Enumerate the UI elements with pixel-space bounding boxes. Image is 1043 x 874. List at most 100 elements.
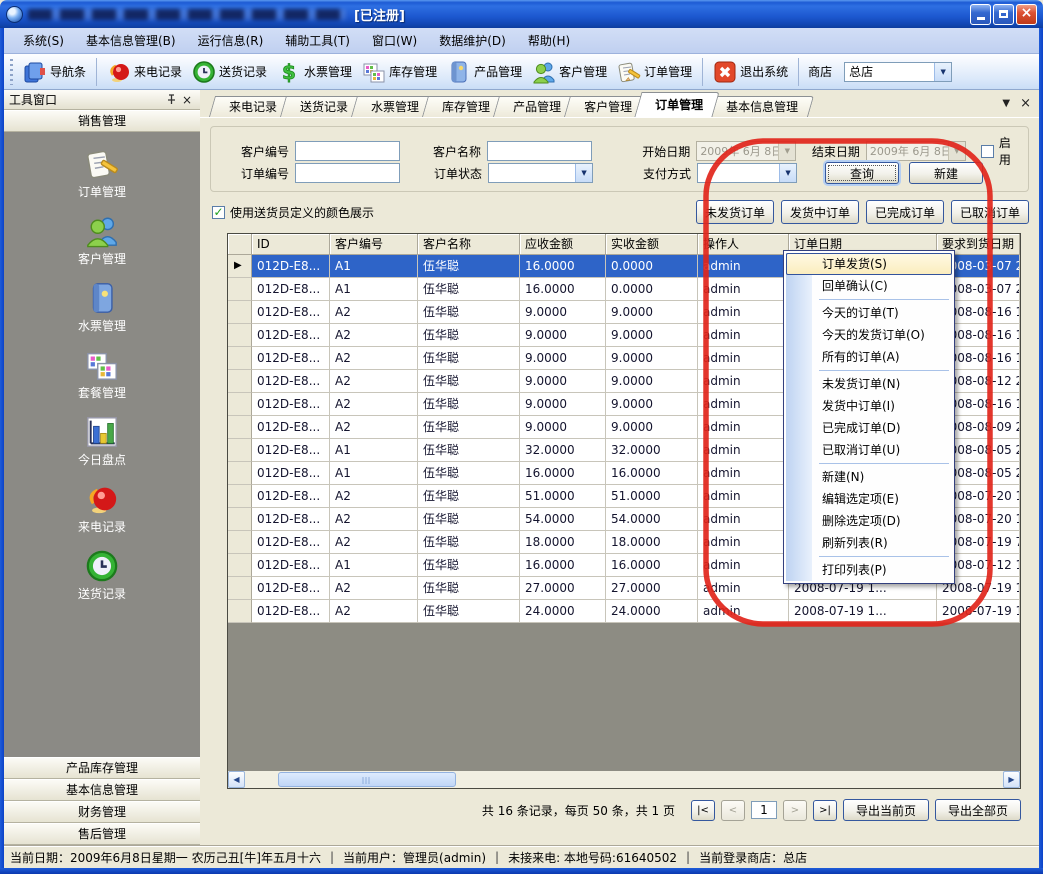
row-selector[interactable] [228,301,252,324]
next-page-button[interactable]: > [783,800,807,821]
row-selector[interactable] [228,600,252,623]
order-status-select[interactable]: ▼ [488,163,593,183]
row-selector-header[interactable] [228,234,252,255]
menu-item[interactable]: 窗口(W) [361,29,428,52]
row-selector[interactable] [228,439,252,462]
new-button[interactable]: 新建 [909,162,983,184]
row-selector[interactable] [228,324,252,347]
sidebar-section-basic-info[interactable]: 基本信息管理 [4,779,200,801]
row-selector[interactable] [228,416,252,439]
context-menu-item[interactable]: 未发货订单(N) [786,373,952,395]
context-menu-item[interactable]: 已取消订单(U) [786,439,952,461]
end-date-picker[interactable]: 2009年 6月 8日 ▼ [866,141,966,161]
context-menu-item[interactable]: 新建(N) [786,466,952,488]
unshipped-orders-button[interactable]: 未发货订单 [696,200,774,224]
payment-method-select[interactable]: ▼ [697,163,797,183]
chevron-down-icon[interactable]: ▼ [779,164,796,182]
toolbar-inventory-button[interactable]: 库存管理 [357,58,442,86]
courier-color-checkbox[interactable]: ✓ 使用送货员定义的颜色展示 [212,204,374,221]
first-page-button[interactable]: |< [691,800,715,821]
menu-item[interactable]: 基本信息管理(B) [75,29,187,52]
row-selector[interactable] [228,508,252,531]
context-menu-item[interactable]: 打印列表(P) [786,559,952,581]
row-selector[interactable]: ▶ [228,255,252,278]
tab-6[interactable]: 客户管理 [567,96,645,117]
tab-4[interactable]: 库存管理 [425,96,503,117]
row-selector[interactable] [228,393,252,416]
color-checkbox-box[interactable]: ✓ [212,206,225,219]
menu-item[interactable]: 运行信息(R) [187,29,275,52]
order-no-input[interactable] [295,163,400,183]
tool-window-close-icon[interactable]: × [179,92,195,108]
toolbar-grip[interactable] [10,59,13,85]
toolbar-product-button[interactable]: 产品管理 [442,58,527,86]
sidebar-item-customer-mgmt[interactable]: 客户管理 [78,214,126,267]
tab-2[interactable]: 送货记录 [283,96,361,117]
sidebar-item-package-mgmt[interactable]: 套餐管理 [78,348,126,401]
menu-item[interactable]: 辅助工具(T) [274,29,361,52]
row-selector[interactable] [228,531,252,554]
context-menu-item[interactable]: 删除选定项(D) [786,510,952,532]
start-date-picker[interactable]: 2009年 6月 8日 ▼ [696,141,796,161]
export-all-pages-button[interactable]: 导出全部页 [935,799,1021,821]
pin-icon[interactable] [163,92,179,108]
tab-5[interactable]: 产品管理 [496,96,574,117]
context-menu-item[interactable]: 发货中订单(I) [786,395,952,417]
row-selector[interactable] [228,347,252,370]
toolbar-customer-button[interactable]: 客户管理 [527,58,612,86]
toolbar-exit-button[interactable]: 退出系统 [708,58,793,86]
table-row[interactable]: 012D-E8...A2伍华聪24.000024.0000admin2008-0… [228,600,1020,623]
tab-7[interactable]: 订单管理 [638,92,716,117]
maximize-button[interactable] [993,4,1014,25]
sidebar-section-after-sales[interactable]: 售后管理 [4,823,200,845]
toolbar-delivery-log-button[interactable]: 送货记录 [187,58,272,86]
shop-select[interactable]: 总店 ▼ [844,62,952,82]
customer-name-input[interactable] [487,141,592,161]
context-menu-item[interactable]: 今天的订单(T) [786,302,952,324]
sidebar-item-daily-stocktake[interactable]: 今日盘点 [78,415,126,468]
sidebar-section-finance[interactable]: 财务管理 [4,801,200,823]
horizontal-scrollbar[interactable]: ◀ ▶ [228,771,1020,788]
tab-3[interactable]: 水票管理 [354,96,432,117]
scroll-right-icon[interactable]: ▶ [1003,771,1020,788]
tab-1[interactable]: 来电记录 [212,96,290,117]
menu-item[interactable]: 系统(S) [12,29,75,52]
last-page-button[interactable]: >| [813,800,837,821]
tab-8[interactable]: 基本信息管理 [709,96,811,117]
sidebar-item-delivery-log[interactable]: 送货记录 [78,549,126,602]
sidebar-item-water-ticket-mgmt[interactable]: 水票管理 [78,281,126,334]
context-menu-item[interactable]: 已完成订单(D) [786,417,952,439]
context-menu-item[interactable]: 订单发货(S) [786,253,952,275]
prev-page-button[interactable]: < [721,800,745,821]
page-number-input[interactable] [751,801,777,819]
column-header-receivable[interactable]: 应收金额 [520,234,606,255]
tab-list-dropdown-icon[interactable]: ▼ [1002,99,1010,109]
query-button[interactable]: 查询 [825,162,899,184]
chevron-down-icon[interactable]: ▼ [934,63,951,81]
scrollbar-thumb[interactable] [278,772,456,787]
cancelled-orders-button[interactable]: 已取消订单 [951,200,1029,224]
context-menu-item[interactable]: 所有的订单(A) [786,346,952,368]
column-header-operator[interactable]: 操作人 [698,234,789,255]
sidebar-section-sales[interactable]: 销售管理 [4,110,200,132]
customer-no-input[interactable] [295,141,400,161]
title-bar[interactable]: [已注册] × [0,0,1043,28]
menu-item[interactable]: 数据维护(D) [428,29,517,52]
sidebar-section-product-inventory[interactable]: 产品库存管理 [4,757,200,779]
minimize-button[interactable] [970,4,991,25]
toolbar-water-ticket-button[interactable]: $ 水票管理 [272,58,357,86]
close-button[interactable]: × [1016,4,1037,25]
export-current-page-button[interactable]: 导出当前页 [843,799,929,821]
column-header-received[interactable]: 实收金额 [606,234,698,255]
column-header-customer-no[interactable]: 客户编号 [330,234,418,255]
column-header-id[interactable]: ID [252,234,330,255]
completed-orders-button[interactable]: 已完成订单 [866,200,944,224]
row-selector[interactable] [228,577,252,600]
row-selector[interactable] [228,370,252,393]
tab-close-icon[interactable]: × [1020,97,1031,110]
toolbar-call-log-button[interactable]: 来电记录 [102,58,187,86]
enable-checkbox-box[interactable] [981,145,994,158]
toolbar-order-button[interactable]: 订单管理 [612,58,697,86]
toolbar-nav-button[interactable]: 导航条 [18,58,91,86]
chevron-down-icon[interactable]: ▼ [575,164,592,182]
